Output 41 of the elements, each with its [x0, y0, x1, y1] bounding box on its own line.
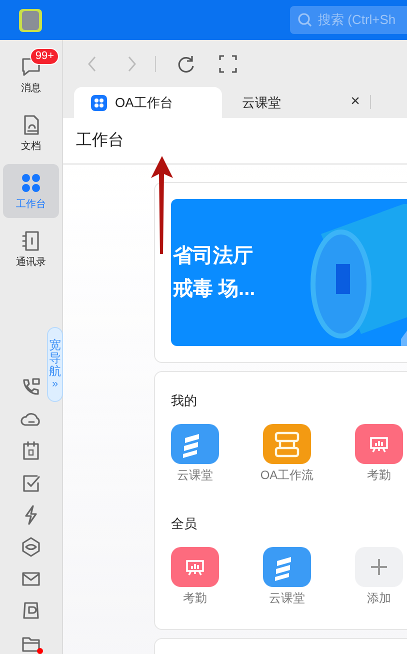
announcement-banner[interactable]: 省司法厅 戒毒 场...	[171, 199, 407, 346]
app-shortcut[interactable]: 云课堂	[263, 547, 311, 607]
plus-icon	[355, 547, 403, 587]
app-shortcut[interactable]: 考勤	[355, 424, 403, 484]
checkbox-icon[interactable]	[20, 472, 42, 494]
presentation-board-icon	[171, 547, 219, 587]
striped-logo-icon	[263, 547, 311, 587]
banner-headline: 戒毒 场...	[173, 277, 256, 301]
banner-headline: 省司法厅	[173, 244, 254, 268]
app-shortcut[interactable]: 考勤	[171, 547, 219, 607]
close-tab-button[interactable]: ×	[350, 94, 360, 110]
drive-icon[interactable]	[20, 600, 42, 622]
sidebar-item[interactable]: 文档	[3, 106, 59, 160]
fullscreen-button[interactable]	[218, 54, 238, 74]
sidebar-item[interactable]: 通讯录	[3, 222, 59, 276]
refresh-button[interactable]	[176, 54, 196, 74]
app-shortcut[interactable]: 添加	[355, 547, 403, 607]
flowchart-icon	[263, 424, 311, 464]
app-shortcut[interactable]: OA工作流	[263, 424, 311, 484]
search-icon	[298, 13, 312, 27]
sidebar-item[interactable]: 消息 99+	[3, 48, 59, 102]
phone-icon[interactable]	[20, 376, 42, 398]
fullscreen-icon	[218, 54, 238, 74]
app-grid-icon	[91, 94, 107, 110]
refresh-icon	[176, 54, 196, 74]
sidebar-item[interactable]: 工作台	[3, 164, 59, 218]
unread-badge: 99+	[30, 48, 59, 65]
presentation-board-icon	[355, 424, 403, 464]
four-dots-icon	[20, 172, 42, 194]
app-shortcut[interactable]: 云课堂	[171, 424, 219, 484]
page-title: 工作台	[76, 131, 124, 151]
section-title: 我的	[171, 392, 198, 410]
avatar-placeholder[interactable]	[19, 8, 42, 32]
hexagon-icon[interactable]	[20, 536, 42, 558]
tab[interactable]: 云课堂 ×	[222, 87, 370, 118]
section-title: 全员	[171, 515, 198, 533]
address-book-icon	[20, 230, 42, 252]
tab[interactable]: OA工作台	[74, 87, 222, 118]
wide-nav-toggle[interactable]: 宽导航 »	[47, 327, 63, 402]
striped-logo-icon	[171, 424, 219, 464]
calendar-icon[interactable]	[20, 440, 42, 462]
